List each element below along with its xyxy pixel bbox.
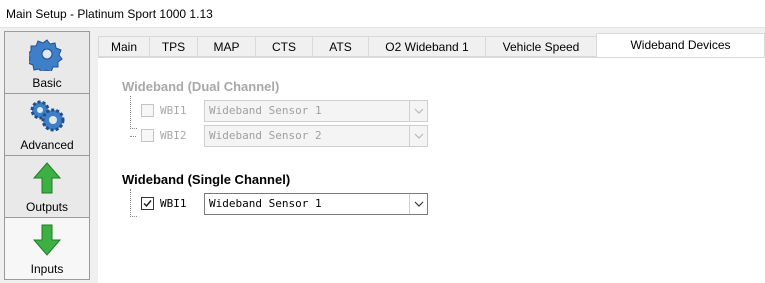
tab-vehicle-speed[interactable]: Vehicle Speed: [485, 36, 597, 57]
wbi2-dual-checkbox[interactable]: [141, 129, 154, 142]
wbi1-single-select-value: Wideband Sensor 1: [209, 197, 322, 210]
tab-o2-wideband-1-label: O2 Wideband 1: [385, 40, 469, 54]
wideband-devices-panel: Wideband (Dual Channel) WBI1 Wideband Se…: [98, 57, 765, 283]
wbi1-dual-label: WBI1: [160, 104, 187, 117]
tab-o2-wideband-1[interactable]: O2 Wideband 1: [368, 36, 486, 57]
wbi1-dual-select[interactable]: Wideband Sensor 1: [204, 100, 428, 122]
wbi2-dual-select-value: Wideband Sensor 2: [209, 129, 322, 142]
checkmark-icon: [143, 200, 152, 208]
tab-wideband-devices-label: Wideband Devices: [630, 38, 731, 52]
single-channel-title: Wideband (Single Channel): [122, 172, 291, 187]
window-title: Main Setup - Platinum Sport 1000 1.13: [6, 7, 213, 21]
tab-main[interactable]: Main: [98, 36, 150, 57]
dual-channel-tree-line: [130, 96, 137, 129]
left-nav: Basic Advanced Outputs Inputs: [0, 29, 96, 283]
tab-map-label: MAP: [213, 40, 240, 54]
nav-advanced-label: Advanced: [20, 138, 74, 152]
dual-channel-title: Wideband (Dual Channel): [122, 79, 280, 94]
nav-advanced-button[interactable]: Advanced: [4, 93, 90, 156]
nav-basic-button[interactable]: Basic: [4, 31, 90, 94]
tab-strip: Main TPS MAP CTS ATS O2 Wideband 1 Vehic…: [98, 33, 765, 58]
tab-vehicle-speed-label: Vehicle Speed: [502, 40, 580, 54]
tab-tps[interactable]: TPS: [149, 36, 198, 57]
wbi1-dual-checkbox[interactable]: [141, 104, 154, 117]
window-title-bar: Main Setup - Platinum Sport 1000 1.13: [0, 0, 765, 28]
wbi2-dual-label: WBI2: [160, 129, 187, 142]
nav-basic-label: Basic: [32, 76, 62, 90]
wbi1-single-checkbox[interactable]: [141, 197, 154, 210]
arrow-up-icon: [32, 161, 62, 198]
tab-ats[interactable]: ATS: [312, 36, 369, 57]
wbi2-dual-select[interactable]: Wideband Sensor 2: [204, 125, 428, 147]
tab-cts-label: CTS: [272, 40, 296, 54]
tab-tps-label: TPS: [161, 40, 186, 54]
nav-inputs-label: Inputs: [30, 262, 64, 276]
wbi1-dual-select-value: Wideband Sensor 1: [209, 104, 322, 117]
nav-inputs-button[interactable]: Inputs: [4, 217, 90, 280]
tab-main-label: Main: [110, 40, 137, 54]
chevron-down-icon: [409, 101, 427, 121]
tab-map[interactable]: MAP: [197, 36, 256, 57]
gears-icon: [28, 99, 66, 136]
nav-outputs-label: Outputs: [25, 200, 69, 214]
wbi1-single-select[interactable]: Wideband Sensor 1: [204, 193, 428, 215]
chevron-down-icon: [409, 126, 427, 146]
chevron-down-icon: [409, 194, 427, 214]
tab-ats-label: ATS: [329, 40, 352, 54]
tab-wideband-devices[interactable]: Wideband Devices: [596, 33, 765, 58]
single-channel-tree-line: [130, 189, 137, 217]
dual-channel-tree-branch: [130, 128, 136, 137]
wbi1-single-label: WBI1: [160, 197, 187, 210]
nav-outputs-button[interactable]: Outputs: [4, 155, 90, 218]
tab-cts[interactable]: CTS: [255, 36, 313, 57]
gear-icon: [26, 37, 65, 74]
arrow-down-icon: [32, 223, 62, 260]
